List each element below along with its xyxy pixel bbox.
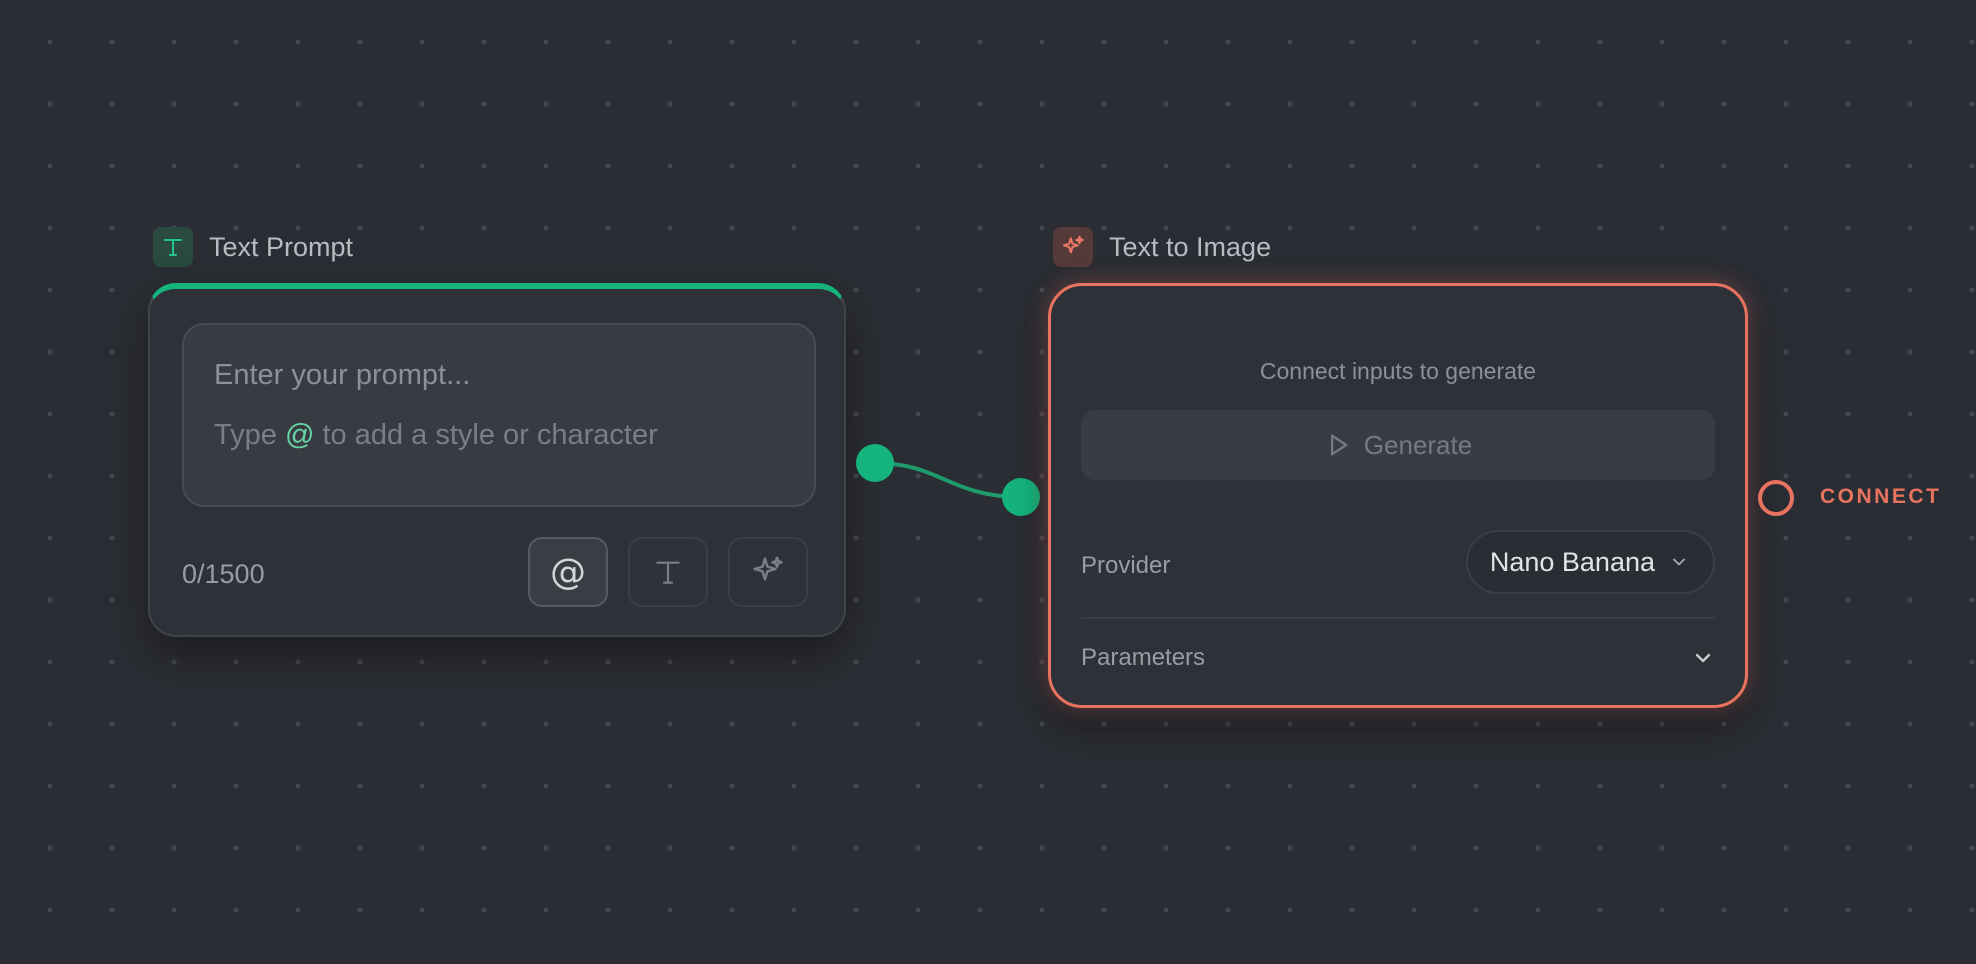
generate-label: Generate [1363,429,1473,460]
mention-button[interactable]: @ [528,537,608,607]
text-prompt-node[interactable]: Enter your prompt... Type @ to add a sty… [148,283,846,637]
hint-at-symbol: @ [284,419,315,451]
provider-label: Provider [1081,552,1171,579]
play-icon [1330,434,1348,456]
prompt-input[interactable]: Enter your prompt... Type @ to add a sty… [182,323,816,507]
status-message: Connect inputs to generate [1259,358,1537,384]
text-prompt-node-title[interactable]: Text Prompt [153,227,353,267]
image-output-handle[interactable] [1758,480,1794,516]
type-icon [153,227,193,267]
enhance-button[interactable] [728,537,808,607]
chevron-down-icon [1673,558,1685,566]
type-icon [656,561,680,584]
hint-text-end: to add a style or character [314,419,658,451]
provider-value: Nano Banana [1489,546,1655,577]
character-count: 0/1500 [182,559,265,589]
hint-text-start: Type [214,419,285,451]
connect-label: CONNECT [1820,485,1942,508]
sparkles-icon [753,556,783,581]
chevron-down-icon [1695,653,1711,663]
image-input-handle[interactable] [1002,478,1040,516]
divider [1081,617,1715,619]
text-style-button[interactable] [628,537,708,607]
parameters-label: Parameters [1081,644,1206,671]
prompt-hint: Type @ to add a style or character [214,417,784,453]
node-title-label: Text Prompt [209,231,354,262]
at-icon: @ [550,551,586,593]
text-to-image-node[interactable]: Connect inputs to generate Generate Prov… [1048,283,1748,708]
prompt-placeholder: Enter your prompt... [214,359,471,391]
generate-button[interactable]: Generate [1081,410,1715,480]
parameters-toggle[interactable]: Parameters [1081,644,1715,672]
sparkles-icon [1053,227,1093,267]
node-title-label: Text to Image [1109,231,1272,262]
prompt-output-handle[interactable] [856,444,894,482]
text-to-image-node-title[interactable]: Text to Image [1053,227,1271,267]
workflow-canvas[interactable]: Text Prompt Enter your prompt... Type @ … [0,0,1976,964]
provider-select[interactable]: Nano Banana [1465,530,1715,594]
